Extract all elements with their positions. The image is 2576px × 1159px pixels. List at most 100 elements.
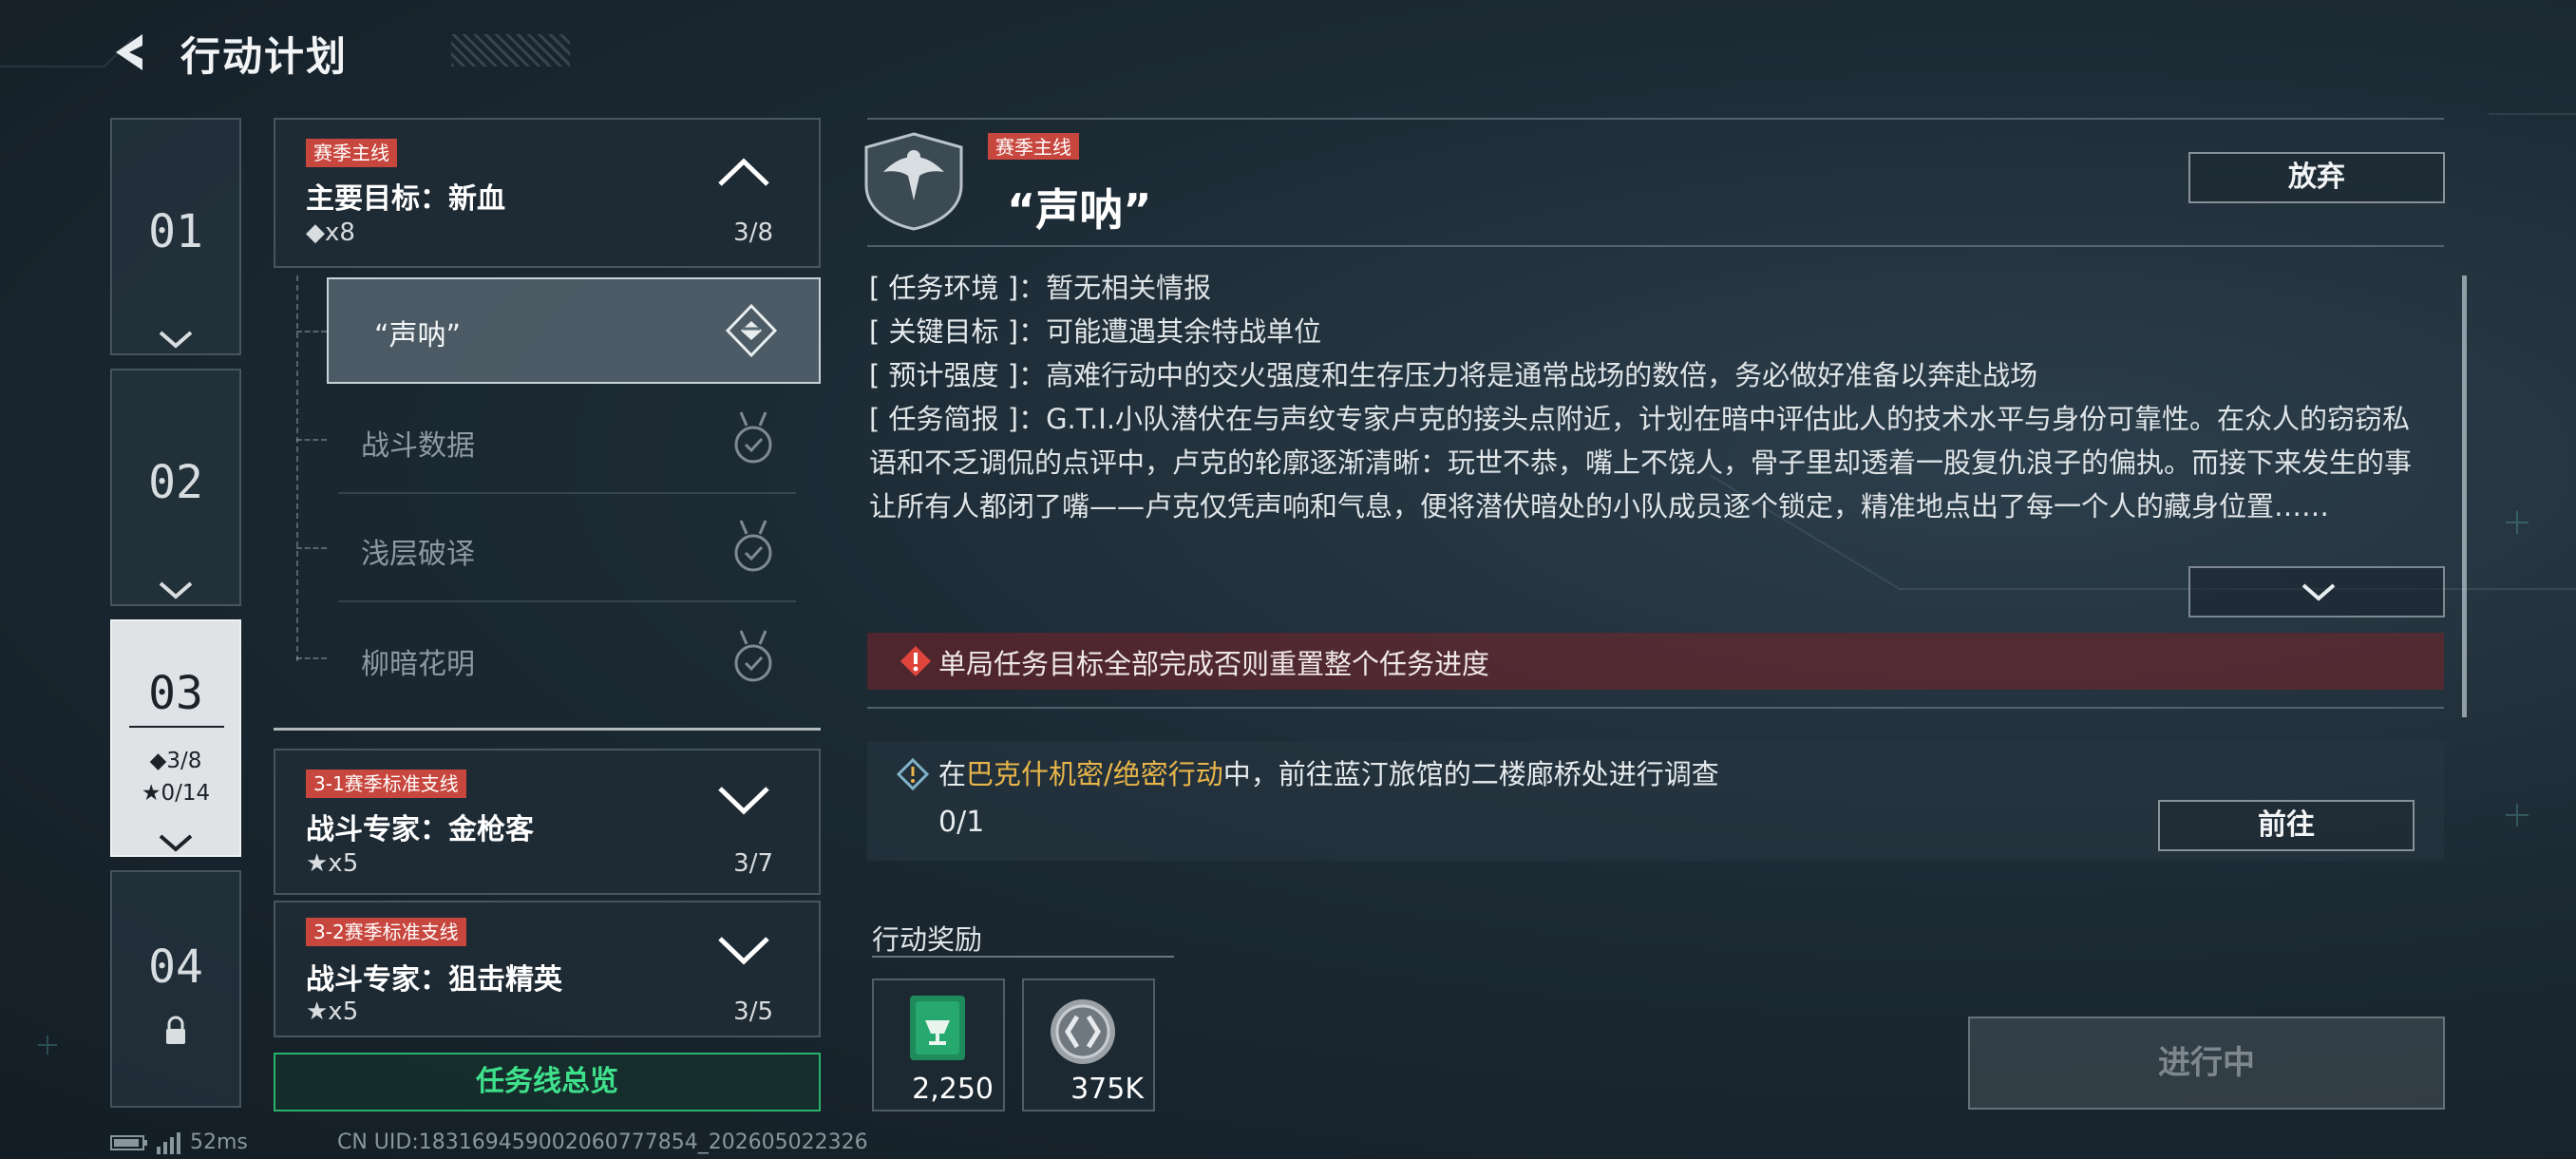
info-value: ：高难行动中的交火强度和生存压力将是通常战场的数倍，务必做好准备以奔赴战场 [1018, 359, 2038, 391]
info-intensity: [ 预计强度 ]：高难行动中的交火强度和生存压力将是通常战场的数倍，务必做好准备… [869, 353, 2427, 397]
warning-icon [900, 646, 931, 676]
task-prefix: 在 [938, 758, 967, 790]
info-key: [ 任务环境 ] [869, 272, 1019, 304]
info-key: [ 任务简报 ] [869, 403, 1019, 435]
detail-title: “声呐” [1007, 184, 1152, 236]
chapter-diamond-progress: ◆3/8 [149, 749, 202, 773]
quest-title: 战斗专家：金枪客 [306, 813, 534, 846]
subquest-label: 战斗数据 [361, 429, 475, 463]
in-progress-button: 进行中 [1968, 1016, 2445, 1110]
warning-text: 单局任务目标全部完成否则重置整个任务进度 [938, 648, 1490, 680]
goto-button[interactable]: 前往 [2158, 800, 2415, 851]
info-value: ：G.T.I.小队潜伏在与声纹专家卢克的接头点附近，计划在暗中评估此人的技术水平… [869, 403, 2413, 522]
side-quest-card-1[interactable]: 3-1赛季标准支线 战斗专家：金枪客 ★x5 3/7 [274, 749, 821, 895]
rewards-label: 行动奖励 [872, 923, 983, 956]
tree-line [296, 276, 298, 661]
top-divider [867, 118, 2444, 120]
divider [867, 707, 2444, 709]
chapter-underline [129, 726, 224, 728]
reward-amount: 375K [1070, 1073, 1144, 1106]
expand-brief-button[interactable] [2188, 566, 2445, 618]
task-progress: 0/1 [938, 806, 985, 839]
page-title: 行动计划 [180, 33, 349, 80]
scrollbar-thumb[interactable] [2462, 276, 2467, 717]
quest-tag: 赛季主线 [306, 139, 397, 167]
detail-divider [867, 245, 2444, 247]
chevron-down-icon[interactable] [716, 785, 771, 817]
abandon-button[interactable]: 放弃 [2188, 152, 2445, 203]
chapter-tab-02[interactable]: 02 [110, 369, 241, 606]
info-key: [ 预计强度 ] [869, 359, 1019, 391]
info-key: [ 关键目标 ] [869, 315, 1019, 348]
info-environment: [ 任务环境 ]：暂无相关情报 [869, 266, 2427, 310]
chapter-tab-03[interactable]: 03 ◆3/8 ★0/14 [110, 619, 241, 857]
chapter-number: 03 [148, 667, 203, 720]
divider [338, 600, 796, 602]
chapter-tab-01[interactable]: 01 [110, 118, 241, 355]
info-diamond-icon [897, 758, 929, 790]
subquest-label: 柳暗花明 [361, 648, 475, 681]
quest-tag: 3-1赛季标准支线 [306, 770, 466, 798]
quest-progress: 3/5 [733, 998, 773, 1026]
tree-branch [296, 547, 327, 549]
medal-check-icon [734, 411, 772, 464]
task-location-link[interactable]: 巴克什机密/绝密行动 [966, 758, 1223, 790]
info-value: ：暂无相关情报 [1018, 272, 1212, 304]
chapter-number: 02 [148, 456, 203, 509]
tree-branch [296, 331, 327, 332]
lock-icon [166, 1016, 185, 1044]
detail-tag: 赛季主线 [988, 133, 1079, 160]
title-stripe-decoration [451, 34, 570, 66]
quest-tag: 3-2赛季标准支线 [306, 918, 466, 946]
section-divider [274, 728, 821, 731]
chevron-down-icon [2301, 583, 2336, 601]
info-brief: [ 任务简报 ]：G.T.I.小队潜伏在与声纹专家卢克的接头点附近，计划在暗中评… [869, 397, 2427, 557]
green-crate-icon [910, 996, 965, 1060]
quest-reward: ◆x8 [306, 218, 355, 247]
eagle-emblem-icon [864, 132, 963, 231]
rewards-underline [872, 956, 1174, 958]
subquest-combat-data[interactable]: 战斗数据 [327, 388, 821, 494]
task-suffix: 中，前往蓝汀旅馆的二楼廊桥处进行调查 [1222, 758, 1719, 790]
subquest-new-hope[interactable]: 柳暗花明 [327, 606, 821, 712]
quest-progress: 3/8 [733, 218, 773, 247]
chapter-star-progress: ★0/14 [141, 781, 211, 806]
chevron-down-icon [159, 834, 193, 852]
back-arrow-icon[interactable] [106, 28, 154, 76]
main-quest-card[interactable]: 赛季主线 主要目标：新血 ◆x8 3/8 [274, 118, 821, 268]
reward-item-1[interactable]: 2,250 [872, 978, 1005, 1112]
subquest-sonar[interactable]: “声呐” [327, 277, 821, 384]
tree-branch [296, 439, 327, 441]
info-key-target: [ 关键目标 ]：可能遭遇其余特战单位 [869, 310, 2427, 353]
info-value: ：可能遭遇其余特战单位 [1018, 315, 1322, 348]
chevron-up-icon[interactable] [716, 156, 771, 188]
reward-item-2[interactable]: 375K [1022, 978, 1155, 1112]
chevron-down-icon [159, 331, 193, 349]
subquest-label: 浅层破译 [361, 538, 475, 571]
subquest-label: “声呐” [374, 319, 462, 352]
quest-progress: 3/7 [733, 849, 773, 878]
quest-title: 战斗专家：狙击精英 [306, 963, 562, 997]
silver-coin-icon [1051, 999, 1115, 1064]
quest-reward: ★x5 [306, 998, 359, 1026]
battery-icon [110, 1135, 147, 1150]
reward-amount: 2,250 [912, 1073, 994, 1106]
divider [338, 492, 796, 494]
tree-branch [296, 657, 327, 659]
quest-title: 主要目标：新血 [306, 182, 505, 216]
chevron-down-icon[interactable] [716, 935, 771, 967]
subquest-shallow-decode[interactable]: 浅层破译 [327, 496, 821, 602]
medal-check-icon [734, 520, 772, 572]
quest-reward: ★x5 [306, 849, 359, 878]
network-status: 52ms [110, 1130, 248, 1154]
ping-text: 52ms [190, 1130, 248, 1154]
questline-overview-button[interactable]: 任务线总览 [274, 1053, 821, 1112]
chevron-down-icon [159, 581, 193, 599]
side-quest-card-2[interactable]: 3-2赛季标准支线 战斗专家：狙击精英 ★x5 3/5 [274, 901, 821, 1037]
chapter-number: 04 [148, 940, 203, 994]
active-target-icon [725, 303, 778, 358]
task-description: 在巴克什机密/绝密行动中，前往蓝汀旅馆的二楼廊桥处进行调查 [938, 752, 1719, 792]
chapter-tab-04[interactable]: 04 [110, 870, 241, 1108]
medal-check-icon [734, 630, 772, 682]
uid-text: CN UID:1831694590020607778​54_2026050223… [337, 1130, 868, 1154]
